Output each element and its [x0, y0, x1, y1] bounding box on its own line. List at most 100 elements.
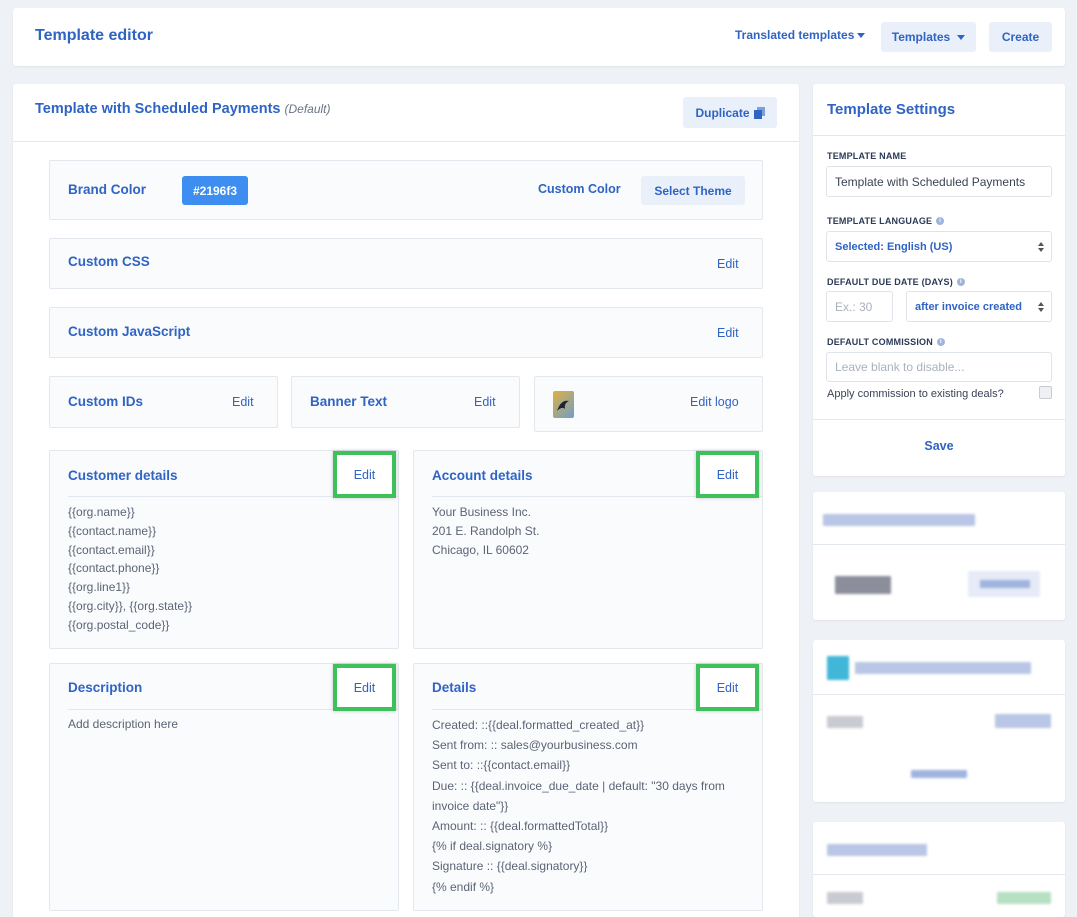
- redacted-text: [911, 770, 967, 778]
- template-language-select[interactable]: Selected: English (US): [826, 231, 1052, 262]
- custom-color-link[interactable]: Custom Color: [538, 182, 621, 196]
- due-date-input[interactable]: Ex.: 30: [826, 291, 893, 322]
- translated-templates-dropdown[interactable]: Translated templates: [735, 28, 866, 42]
- custom-js-card: Custom JavaScript Edit: [49, 307, 763, 358]
- select-arrows-icon: [1038, 301, 1044, 312]
- details-edit-button[interactable]: Edit: [696, 664, 759, 711]
- default-tag: (Default): [284, 102, 331, 116]
- settings-header-divider: [813, 135, 1065, 136]
- description-edit-button[interactable]: Edit: [333, 664, 396, 711]
- text-line: Sent from: :: sales@yourbusiness.com: [432, 738, 638, 753]
- top-header: Template editor Translated templates Tem…: [13, 8, 1065, 66]
- text-line: {{contact.name}}: [68, 523, 157, 538]
- select-theme-button[interactable]: Select Theme: [641, 176, 745, 205]
- copy-icon: [753, 106, 765, 119]
- apply-commission-checkbox[interactable]: [1039, 386, 1052, 399]
- redacted-card-1: [813, 492, 1065, 620]
- details-lines: Created: ::{{deal.formatted_created_at}}…: [432, 715, 725, 897]
- due-date-mode-select[interactable]: after invoice created: [906, 291, 1052, 322]
- text-line: Sent to: ::{{contact.email}}: [432, 758, 571, 773]
- settings-title: Template Settings: [827, 101, 956, 118]
- custom-ids-card: Custom IDs Edit: [49, 376, 278, 428]
- redacted-card-2: [813, 640, 1065, 802]
- description-title: Description: [68, 680, 143, 695]
- caret-down-icon: [957, 34, 966, 40]
- banner-text-label: Banner Text: [310, 394, 388, 409]
- commission-label: DEFAULT COMMISSION i: [827, 337, 945, 347]
- apply-commission-label: Apply commission to existing deals?: [827, 388, 1004, 400]
- page-title: Template editor: [35, 27, 153, 44]
- redacted-text: [835, 576, 891, 594]
- template-settings-panel: Template Settings TEMPLATE NAME Template…: [813, 84, 1065, 476]
- brand-color-swatch[interactable]: #2196f3: [182, 176, 248, 205]
- text-line: {{contact.phone}}: [68, 561, 160, 576]
- commission-input[interactable]: Leave blank to disable...: [826, 352, 1052, 382]
- custom-css-edit-link[interactable]: Edit: [717, 257, 739, 271]
- logo-card: Edit logo: [534, 376, 763, 432]
- redacted-text: [827, 892, 863, 904]
- redacted-text: [995, 714, 1051, 728]
- logo-image-icon: [557, 400, 569, 411]
- duplicate-button[interactable]: Duplicate: [683, 97, 777, 128]
- text-line: {{org.postal_code}}: [68, 617, 170, 632]
- due-date-label: DEFAULT DUE DATE (DAYS) i: [827, 277, 965, 287]
- text-line: {% endif %}: [432, 879, 495, 894]
- select-arrows-icon: [1038, 241, 1044, 252]
- text-line: {{contact.email}}: [68, 542, 155, 557]
- redacted-text: [980, 580, 1030, 588]
- description-placeholder: Add description here: [68, 717, 179, 731]
- customer-details-title: Customer details: [68, 468, 178, 483]
- text-line: {{org.name}}: [68, 505, 135, 519]
- details-title: Details: [432, 680, 477, 695]
- brand-color-label: Brand Color: [68, 182, 147, 197]
- banner-text-card: Banner Text Edit: [291, 376, 520, 428]
- text-line: 201 E. Randolph St.: [432, 523, 540, 538]
- custom-css-label: Custom CSS: [68, 254, 150, 269]
- custom-css-card: Custom CSS Edit: [49, 238, 763, 289]
- account-details-lines: Your Business Inc. 201 E. Randolph St. Chi…: [432, 503, 539, 559]
- text-line: Chicago, IL 60602: [432, 542, 529, 557]
- text-line: {{org.line1}}: [68, 580, 131, 595]
- editor-header-divider: [13, 141, 799, 142]
- custom-js-edit-link[interactable]: Edit: [717, 326, 739, 340]
- redacted-text: [823, 514, 975, 526]
- customer-details-lines: {{org.name}} {{contact.name}} {{contact.em…: [68, 503, 192, 635]
- editor-panel: Template with Scheduled Payments (Defaul…: [13, 84, 799, 917]
- template-language-label: TEMPLATE LANGUAGE i: [827, 216, 945, 226]
- info-icon: i: [956, 278, 965, 286]
- redacted-text: [997, 892, 1051, 904]
- save-button[interactable]: Save: [813, 439, 1065, 453]
- templates-dropdown-button[interactable]: Templates: [881, 22, 976, 52]
- editor-title: Template with Scheduled Payments (Defaul…: [35, 101, 331, 117]
- info-icon: i: [936, 217, 945, 225]
- redacted-text: [827, 844, 927, 856]
- settings-footer-divider: [813, 419, 1065, 420]
- edit-logo-link[interactable]: Edit logo: [690, 395, 739, 409]
- redacted-divider: [813, 694, 1065, 695]
- text-line: {% if deal.signatory %}: [432, 839, 553, 854]
- redacted-card-3: [813, 822, 1065, 917]
- custom-js-label: Custom JavaScript: [68, 324, 191, 339]
- brand-color-card: Brand Color #2196f3 Custom Color Select …: [49, 160, 763, 220]
- text-line: Signature :: {{deal.signatory}}: [432, 859, 588, 874]
- redacted-text: [855, 662, 1031, 674]
- logo-thumbnail: [553, 391, 574, 418]
- template-name-input[interactable]: Template with Scheduled Payments: [826, 166, 1052, 197]
- redacted-text: [827, 716, 863, 728]
- text-line: Due: :: {{deal.invoice_due_date | defaul…: [432, 778, 725, 793]
- text-line: invoice date"}}: [432, 798, 509, 813]
- account-details-edit-button[interactable]: Edit: [696, 451, 759, 498]
- caret-down-icon: [857, 32, 866, 38]
- account-details-title: Account details: [432, 468, 533, 483]
- custom-ids-edit-link[interactable]: Edit: [232, 395, 254, 409]
- text-line: Amount: :: {{deal.formattedTotal}}: [432, 819, 609, 834]
- customer-details-edit-button[interactable]: Edit: [333, 451, 396, 498]
- text-line: {{org.city}}, {{org.state}}: [68, 598, 193, 613]
- redacted-divider: [813, 544, 1065, 545]
- create-button[interactable]: Create: [989, 22, 1052, 52]
- banner-text-edit-link[interactable]: Edit: [474, 395, 496, 409]
- text-line: Your Business Inc.: [432, 505, 531, 519]
- info-icon: i: [936, 338, 945, 346]
- redacted-avatar: [827, 656, 849, 680]
- template-name-label: TEMPLATE NAME: [827, 151, 907, 161]
